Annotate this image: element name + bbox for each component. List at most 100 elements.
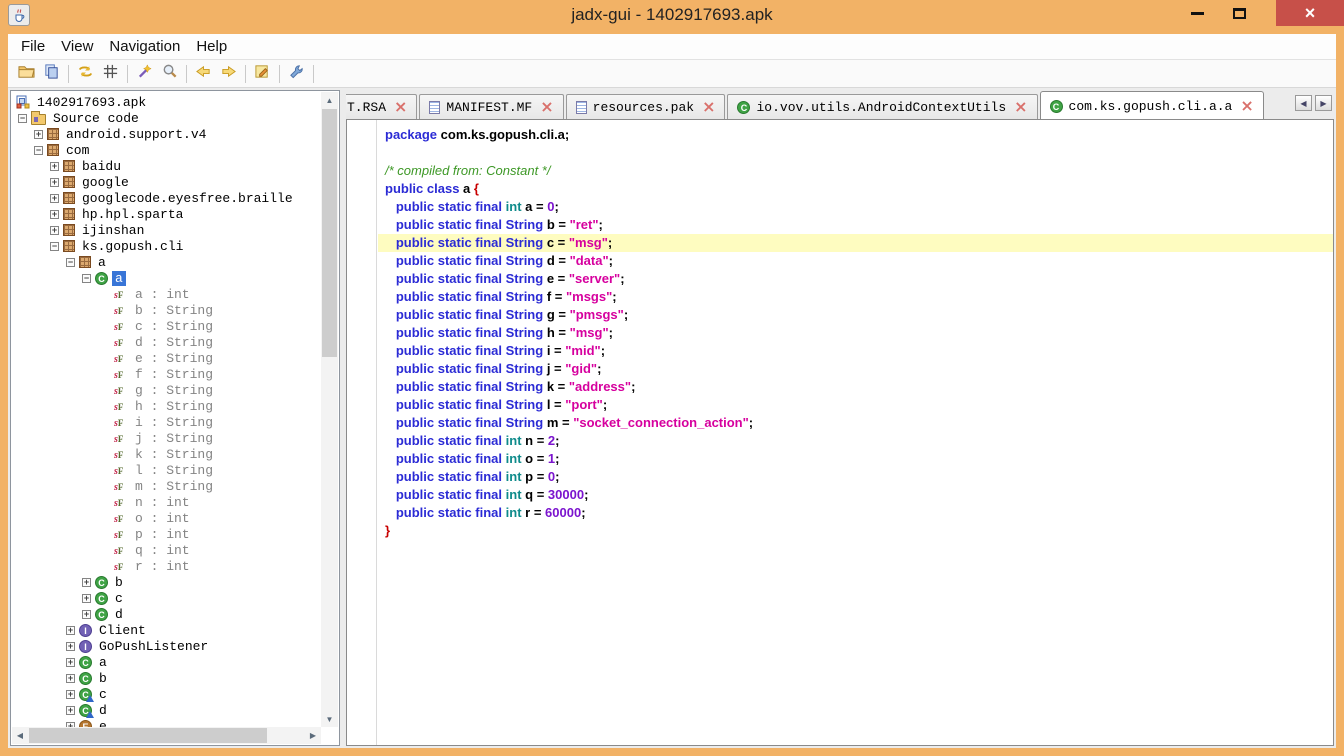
tree-node-a-int[interactable]: sF a : int (12, 286, 321, 302)
expand-toggle-icon[interactable]: + (50, 177, 59, 187)
tab-io.vov.utils.androidcontextutils[interactable]: Cio.vov.utils.AndroidContextUtils × (727, 94, 1038, 119)
toolbar-back-button[interactable] (191, 62, 216, 85)
tree-node-q-int[interactable]: sF q : int (12, 542, 321, 558)
tree-node-d[interactable]: + Cd (12, 702, 321, 718)
expand-toggle-icon[interactable]: + (50, 161, 59, 171)
toolbar-open-file-button[interactable] (14, 62, 39, 85)
tree-node-m-string[interactable]: sF m : String (12, 478, 321, 494)
tree-node-googlecode.eyesfree.braille[interactable]: + googlecode.eyesfree.braille (12, 190, 321, 206)
tree-node-a[interactable]: − a (12, 254, 321, 270)
tree-node-ijinshan[interactable]: + ijinshan (12, 222, 321, 238)
tree-node-source-code[interactable]: − Source code (12, 110, 321, 126)
tree-node-p-int[interactable]: sF p : int (12, 526, 321, 542)
tree-node-ks.gopush.cli[interactable]: − ks.gopush.cli (12, 238, 321, 254)
collapse-toggle-icon[interactable]: − (66, 257, 75, 267)
tree-node-com[interactable]: − com (12, 142, 321, 158)
tab-close-icon[interactable]: × (1240, 98, 1253, 114)
expand-toggle-icon[interactable]: + (50, 193, 59, 203)
expand-toggle-icon[interactable]: + (82, 593, 91, 603)
tree-node-h-string[interactable]: sF h : String (12, 398, 321, 414)
collapse-toggle-icon[interactable]: − (34, 145, 43, 155)
horizontal-scroll-thumb[interactable] (29, 728, 267, 743)
tree-node-b-string[interactable]: sF b : String (12, 302, 321, 318)
toolbar-flat-packages-button[interactable] (98, 62, 123, 85)
tree-node-android.support.v4[interactable]: + android.support.v4 (12, 126, 321, 142)
tab-manifest.mf[interactable]: MANIFEST.MF × (419, 94, 564, 119)
expand-toggle-icon[interactable]: + (66, 657, 75, 667)
close-button[interactable]: × (1276, 0, 1344, 26)
toolbar-forward-button[interactable] (216, 62, 241, 85)
tree-node-gopushlistener[interactable]: + I GoPushListener (12, 638, 321, 654)
tab-t.rsa[interactable]: T.RSA × (346, 94, 418, 119)
tree-vertical-scrollbar[interactable]: ▲ ▼ (321, 92, 338, 727)
tab-close-icon[interactable]: × (540, 99, 553, 115)
tree-horizontal-scrollbar[interactable]: ◀ ▶ (12, 727, 321, 744)
tree-node-google[interactable]: + google (12, 174, 321, 190)
tab-scroll-right-button[interactable]: ▶ (1315, 95, 1332, 111)
tree-node-b[interactable]: + Cb (12, 574, 321, 590)
vertical-scroll-thumb[interactable] (322, 109, 337, 357)
expand-toggle-icon[interactable]: + (50, 225, 59, 235)
scroll-up-button[interactable]: ▲ (321, 92, 338, 108)
tree-node-hp.hpl.sparta[interactable]: + hp.hpl.sparta (12, 206, 321, 222)
expand-toggle-icon[interactable]: + (50, 209, 59, 219)
expand-toggle-icon[interactable]: + (34, 129, 43, 139)
code-editor[interactable]: package com.ks.gopush.cli.a; /* compiled… (346, 120, 1334, 746)
tree-node-c-string[interactable]: sF c : String (12, 318, 321, 334)
toolbar-log-viewer-button[interactable] (250, 62, 275, 85)
tab-scroll-left-button[interactable]: ◀ (1295, 95, 1312, 111)
toolbar-sync-button[interactable] (73, 62, 98, 85)
tree-node-n-int[interactable]: sF n : int (12, 494, 321, 510)
collapse-toggle-icon[interactable]: − (82, 273, 91, 283)
maximize-button[interactable] (1220, 0, 1258, 26)
tree-node-d-string[interactable]: sF d : String (12, 334, 321, 350)
tree-node-d[interactable]: + Cd (12, 606, 321, 622)
expand-toggle-icon[interactable]: + (82, 609, 91, 619)
expand-toggle-icon[interactable]: + (66, 705, 75, 715)
expand-toggle-icon[interactable]: + (66, 673, 75, 683)
collapse-toggle-icon[interactable]: − (50, 241, 59, 251)
tab-close-icon[interactable]: × (702, 99, 715, 115)
collapse-toggle-icon[interactable]: − (18, 113, 27, 123)
menu-view[interactable]: View (53, 36, 101, 57)
tree-node-i-string[interactable]: sF i : String (12, 414, 321, 430)
tree-node-r-int[interactable]: sF r : int (12, 558, 321, 574)
tree-node-a[interactable]: − Ca (12, 270, 321, 286)
tree-node-label: b : String (135, 302, 214, 318)
tab-close-icon[interactable]: × (1014, 99, 1027, 115)
menu-help[interactable]: Help (188, 36, 235, 57)
scroll-left-button[interactable]: ◀ (12, 727, 28, 744)
tree-node-baidu[interactable]: + baidu (12, 158, 321, 174)
tree-node-g-string[interactable]: sF g : String (12, 382, 321, 398)
expand-toggle-icon[interactable]: + (66, 641, 75, 651)
tree-node-client[interactable]: + I Client (12, 622, 321, 638)
tree-node-k-string[interactable]: sF k : String (12, 446, 321, 462)
scroll-right-button[interactable]: ▶ (305, 727, 321, 744)
expand-toggle-icon[interactable]: + (82, 577, 91, 587)
tree-node-f-string[interactable]: sF f : String (12, 366, 321, 382)
tree-node-c[interactable]: + Cc (12, 590, 321, 606)
tree-node-c[interactable]: + Cc (12, 686, 321, 702)
tree-node-o-int[interactable]: sF o : int (12, 510, 321, 526)
tree-node-j-string[interactable]: sF j : String (12, 430, 321, 446)
tree-node-b[interactable]: + Cb (12, 670, 321, 686)
menu-navigation[interactable]: Navigation (101, 36, 188, 57)
minimize-button[interactable] (1178, 0, 1216, 26)
tree-node-e[interactable]: + Ee (12, 718, 321, 727)
tree-node-a[interactable]: + Ca (12, 654, 321, 670)
tab-resources.pak[interactable]: resources.pak × (565, 94, 726, 119)
scroll-down-button[interactable]: ▼ (321, 711, 338, 727)
tree-node-l-string[interactable]: sF l : String (12, 462, 321, 478)
toolbar-preferences-button[interactable] (284, 62, 309, 85)
toolbar-save-all-button[interactable] (39, 62, 64, 85)
toolbar-search-button[interactable] (157, 62, 182, 85)
menu-file[interactable]: File (13, 36, 53, 57)
code-area[interactable]: package com.ks.gopush.cli.a; /* compiled… (378, 120, 1333, 745)
expand-toggle-icon[interactable]: + (66, 689, 75, 699)
tab-close-icon[interactable]: × (394, 99, 407, 115)
toolbar-deobfuscation-button[interactable] (132, 62, 157, 85)
tree-node-e-string[interactable]: sF e : String (12, 350, 321, 366)
tree-node-1402917693.apk[interactable]: 1402917693.apk (12, 94, 321, 110)
expand-toggle-icon[interactable]: + (66, 625, 75, 635)
tab-com.ks.gopush.cli.a.a[interactable]: Ccom.ks.gopush.cli.a.a × (1039, 91, 1264, 119)
